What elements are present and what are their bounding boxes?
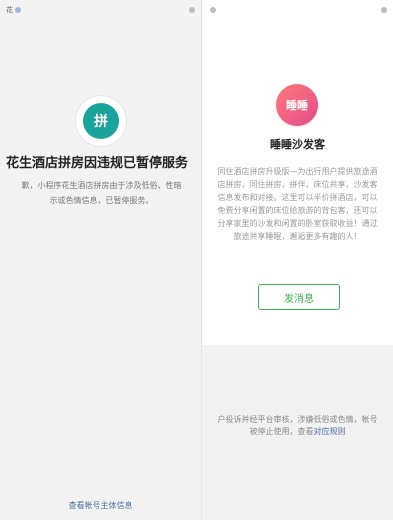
status-bar: 花 [0,0,201,20]
battery-icon [381,7,387,13]
violation-notice: 户投诉并经平台审核，涉嫌低俗或色情，帐号 被停止使用，查看对应规则 [202,414,393,438]
left-screen: 花 拼 花生酒店拼房因违规已暂停服务 歉，小程序花生酒店拼房由于涉及低俗、性暗 … [0,0,202,520]
description-line: 示或色情信息，已暂停服务。 [49,196,154,205]
logo-text: 睡睡 [286,99,308,112]
battery-icon [189,7,195,13]
status-carrier: 花 [6,6,13,14]
app-name: 睡睡沙发客 [270,138,325,151]
notice-line: 被停止使用，查看对应规则 [202,426,393,438]
logo-mark: 拼 [83,103,119,139]
app-logo: 睡睡 [276,84,318,126]
notice-text: 被停止使用，查看 [249,427,314,436]
right-screen: 睡睡 睡睡沙发客 同住酒店拼房升级版—为出行用户提供旅途酒店拼房，同住拼房，拼伴… [202,0,393,520]
suspended-title: 花生酒店拼房因违规已暂停服务 [6,156,189,171]
mini-program-logo: 拼 [75,95,127,147]
notice-line: 户投诉并经平台审核，涉嫌低俗或色情，帐号 [217,415,378,424]
app-description: 同住酒店拼房升级版—为出行用户提供旅途酒店拼房，同住拼房，拼伴，床位共享，沙发客… [217,167,378,241]
send-message-button[interactable]: 发消息 [258,284,340,310]
suspended-description: 歉，小程序花生酒店拼房由于涉及低俗、性暗 示或色情信息，已暂停服务。 [2,178,201,208]
rules-link[interactable]: 对应规则 [314,427,346,436]
status-bar [202,0,393,20]
description-line: 歉，小程序花生酒店拼房由于涉及低俗、性暗 [21,181,182,190]
signal-icon [210,7,216,13]
view-account-info-link[interactable]: 查看帐号主体信息 [0,500,201,511]
wifi-icon [15,7,21,13]
